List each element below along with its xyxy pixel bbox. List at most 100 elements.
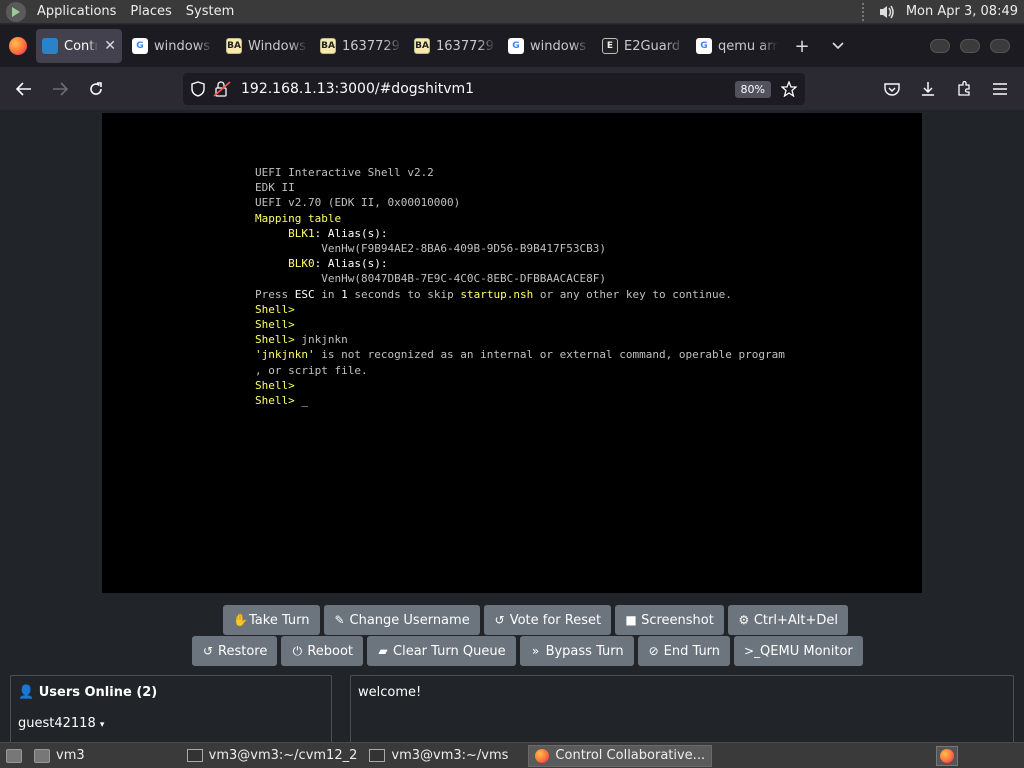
tab-label: windows [154,38,211,54]
e2-icon: E [602,38,618,54]
taskbar-item-vm3[interactable]: vm3 [28,745,91,767]
eraser-icon: ▰ [378,644,388,658]
tab-windows-2[interactable]: BA Windows [220,29,314,63]
reload-button[interactable] [78,71,114,107]
console-line: , or script file. [255,363,368,377]
pocket-icon [884,83,900,96]
google-icon: G [696,38,712,54]
arrow-left-icon [16,81,31,96]
take-turn-button[interactable]: ✋ Take Turn [223,605,320,635]
main-menu: Applications Places System [0,0,241,23]
tab-label: qemu arr [718,38,778,54]
tab-1637729-a[interactable]: BA 1637729 [314,29,408,63]
tab-1637729-b[interactable]: BA 1637729 [408,29,502,63]
shield-icon[interactable] [191,81,205,97]
distro-logo-icon[interactable] [6,1,26,22]
tab-qemu[interactable]: G qemu arr [690,29,784,63]
user-entry[interactable]: guest42118 ▾ [18,716,104,731]
insecure-lock-icon[interactable] [213,81,233,97]
taskbar-item-terminal-vms[interactable]: vm3@vm3:~/vms [363,745,514,767]
console-line: Shell> [255,318,295,332]
controls-row-1: ✋ Take Turn ✎ Change Username ↺ Vote for Re… [223,605,848,635]
end-turn-button[interactable]: ⊘ End Turn [637,636,731,666]
back-button[interactable] [6,71,42,107]
fast-forward-icon: » [531,644,540,658]
extensions-button[interactable] [946,71,982,107]
url-bar[interactable]: 192.168.1.13:3000/#dogshitvm1 80% [183,73,805,105]
google-icon: G [508,38,524,54]
zoom-level[interactable]: 80% [734,80,771,98]
uefi-console: UEFI Interactive Shell v2.2 EDK II UEFI v2… [255,165,785,408]
url-text[interactable]: 192.168.1.13:3000/#dogshitvm1 [241,81,735,97]
rotate-icon: ↺ [494,613,505,627]
reboot-button[interactable]: ⏻ Reboot [281,636,364,666]
tab-control[interactable]: Contro ✕ [36,29,122,63]
menu-places[interactable]: Places [123,0,178,23]
terminal-icon [186,749,203,762]
menu-system[interactable]: System [179,0,241,23]
screenshot-button[interactable]: ■ Screenshot [615,605,724,635]
console-line: VenHw(8047DB4B-7E9C-4C0C-8EBC-DFBBAACACE… [255,272,606,286]
controls-row-2: ↺ Restore ⏻ Reboot ▰ Clear Turn Queue » Bypa… [192,636,863,666]
tab-label: Windows [248,38,307,54]
tab-windows-3[interactable]: G windows [502,29,596,63]
top-panel: Applications Places System Mon Apr 3, 08… [0,0,1024,24]
list-tabs-button[interactable] [820,29,856,63]
ctrl-alt-del-button[interactable]: ⚙ Ctrl+Alt+Del [727,605,848,635]
folder-icon [34,748,50,763]
arrow-right-icon [53,81,68,96]
toolbar-right [874,71,1018,107]
menu-applications[interactable]: Applications [30,0,123,23]
bookmark-star-icon[interactable] [781,81,797,97]
volume-icon[interactable] [876,3,898,21]
gear-icon: ⚙ [738,613,750,627]
tab-windows-1[interactable]: G windows [126,29,220,63]
downloads-button[interactable] [910,71,946,107]
console-line: BLK1: Alias(s): [288,226,388,240]
terminal-icon: >_ [744,644,761,658]
caret-down-icon: ▾ [99,720,105,730]
taskbar-item-terminal-cvm12[interactable]: vm3@vm3:~/cvm12_2 [181,745,364,767]
users-online-panel: 👤 Users Online (2) guest42118 ▾ [10,675,332,745]
close-window-button[interactable] [990,39,1010,53]
clear-turn-queue-button[interactable]: ▰ Clear Turn Queue [367,636,516,666]
page-content: UEFI Interactive Shell v2.2 EDK II UEFI v2… [0,110,1024,745]
restore-button[interactable]: ↺ Restore [192,636,278,666]
vm-display[interactable]: UEFI Interactive Shell v2.2 EDK II UEFI v2… [102,113,922,593]
firefox-icon [535,748,550,763]
user-icon: 👤 [18,685,35,700]
tab-e2guard[interactable]: E E2Guard [596,29,690,63]
terminal-icon [369,749,386,762]
console-line: Shell> [255,378,295,392]
minimize-button[interactable] [930,39,950,53]
tray-firefox-icon[interactable] [936,746,958,766]
vote-reset-button[interactable]: ↺ Vote for Reset [483,605,612,635]
console-line: Press ESC in 1 seconds to skip startup.n… [255,287,732,301]
console-line: Mapping table [255,211,342,225]
change-username-button[interactable]: ✎ Change Username [323,605,480,635]
forward-button[interactable] [42,71,78,107]
nav-bar: 192.168.1.13:3000/#dogshitvm1 80% [0,67,1024,110]
chat-message: welcome! [358,685,422,700]
app-menu-button[interactable] [982,71,1018,107]
show-desktop-button[interactable] [0,745,28,767]
close-tab-icon[interactable]: ✕ [104,38,116,54]
google-icon: G [132,38,148,54]
tabs: Contro ✕ G windows BA Windows BA 1637729… [36,25,856,67]
qemu-monitor-button[interactable]: >_ QEMU Monitor [734,636,863,666]
pocket-button[interactable] [874,71,910,107]
bypass-turn-button[interactable]: » Bypass Turn [519,636,634,666]
new-tab-button[interactable]: + [784,29,820,63]
ban-icon: ⊘ [648,644,659,658]
user-edit-icon: ✎ [334,613,345,627]
tab-label: 1637729 [342,38,400,54]
desktop-icon [6,748,22,763]
taskbar-item-firefox[interactable]: Control Collaborative... [528,744,713,767]
maximize-button[interactable] [960,39,980,53]
download-icon [922,82,934,96]
tab-label: Contro [64,38,99,54]
firefox-view-icon[interactable] [0,25,36,67]
tab-label: 1637729 [436,38,494,54]
clock[interactable]: Mon Apr 3, 08:49 [906,4,1018,19]
rotate-icon: ↺ [202,644,214,658]
